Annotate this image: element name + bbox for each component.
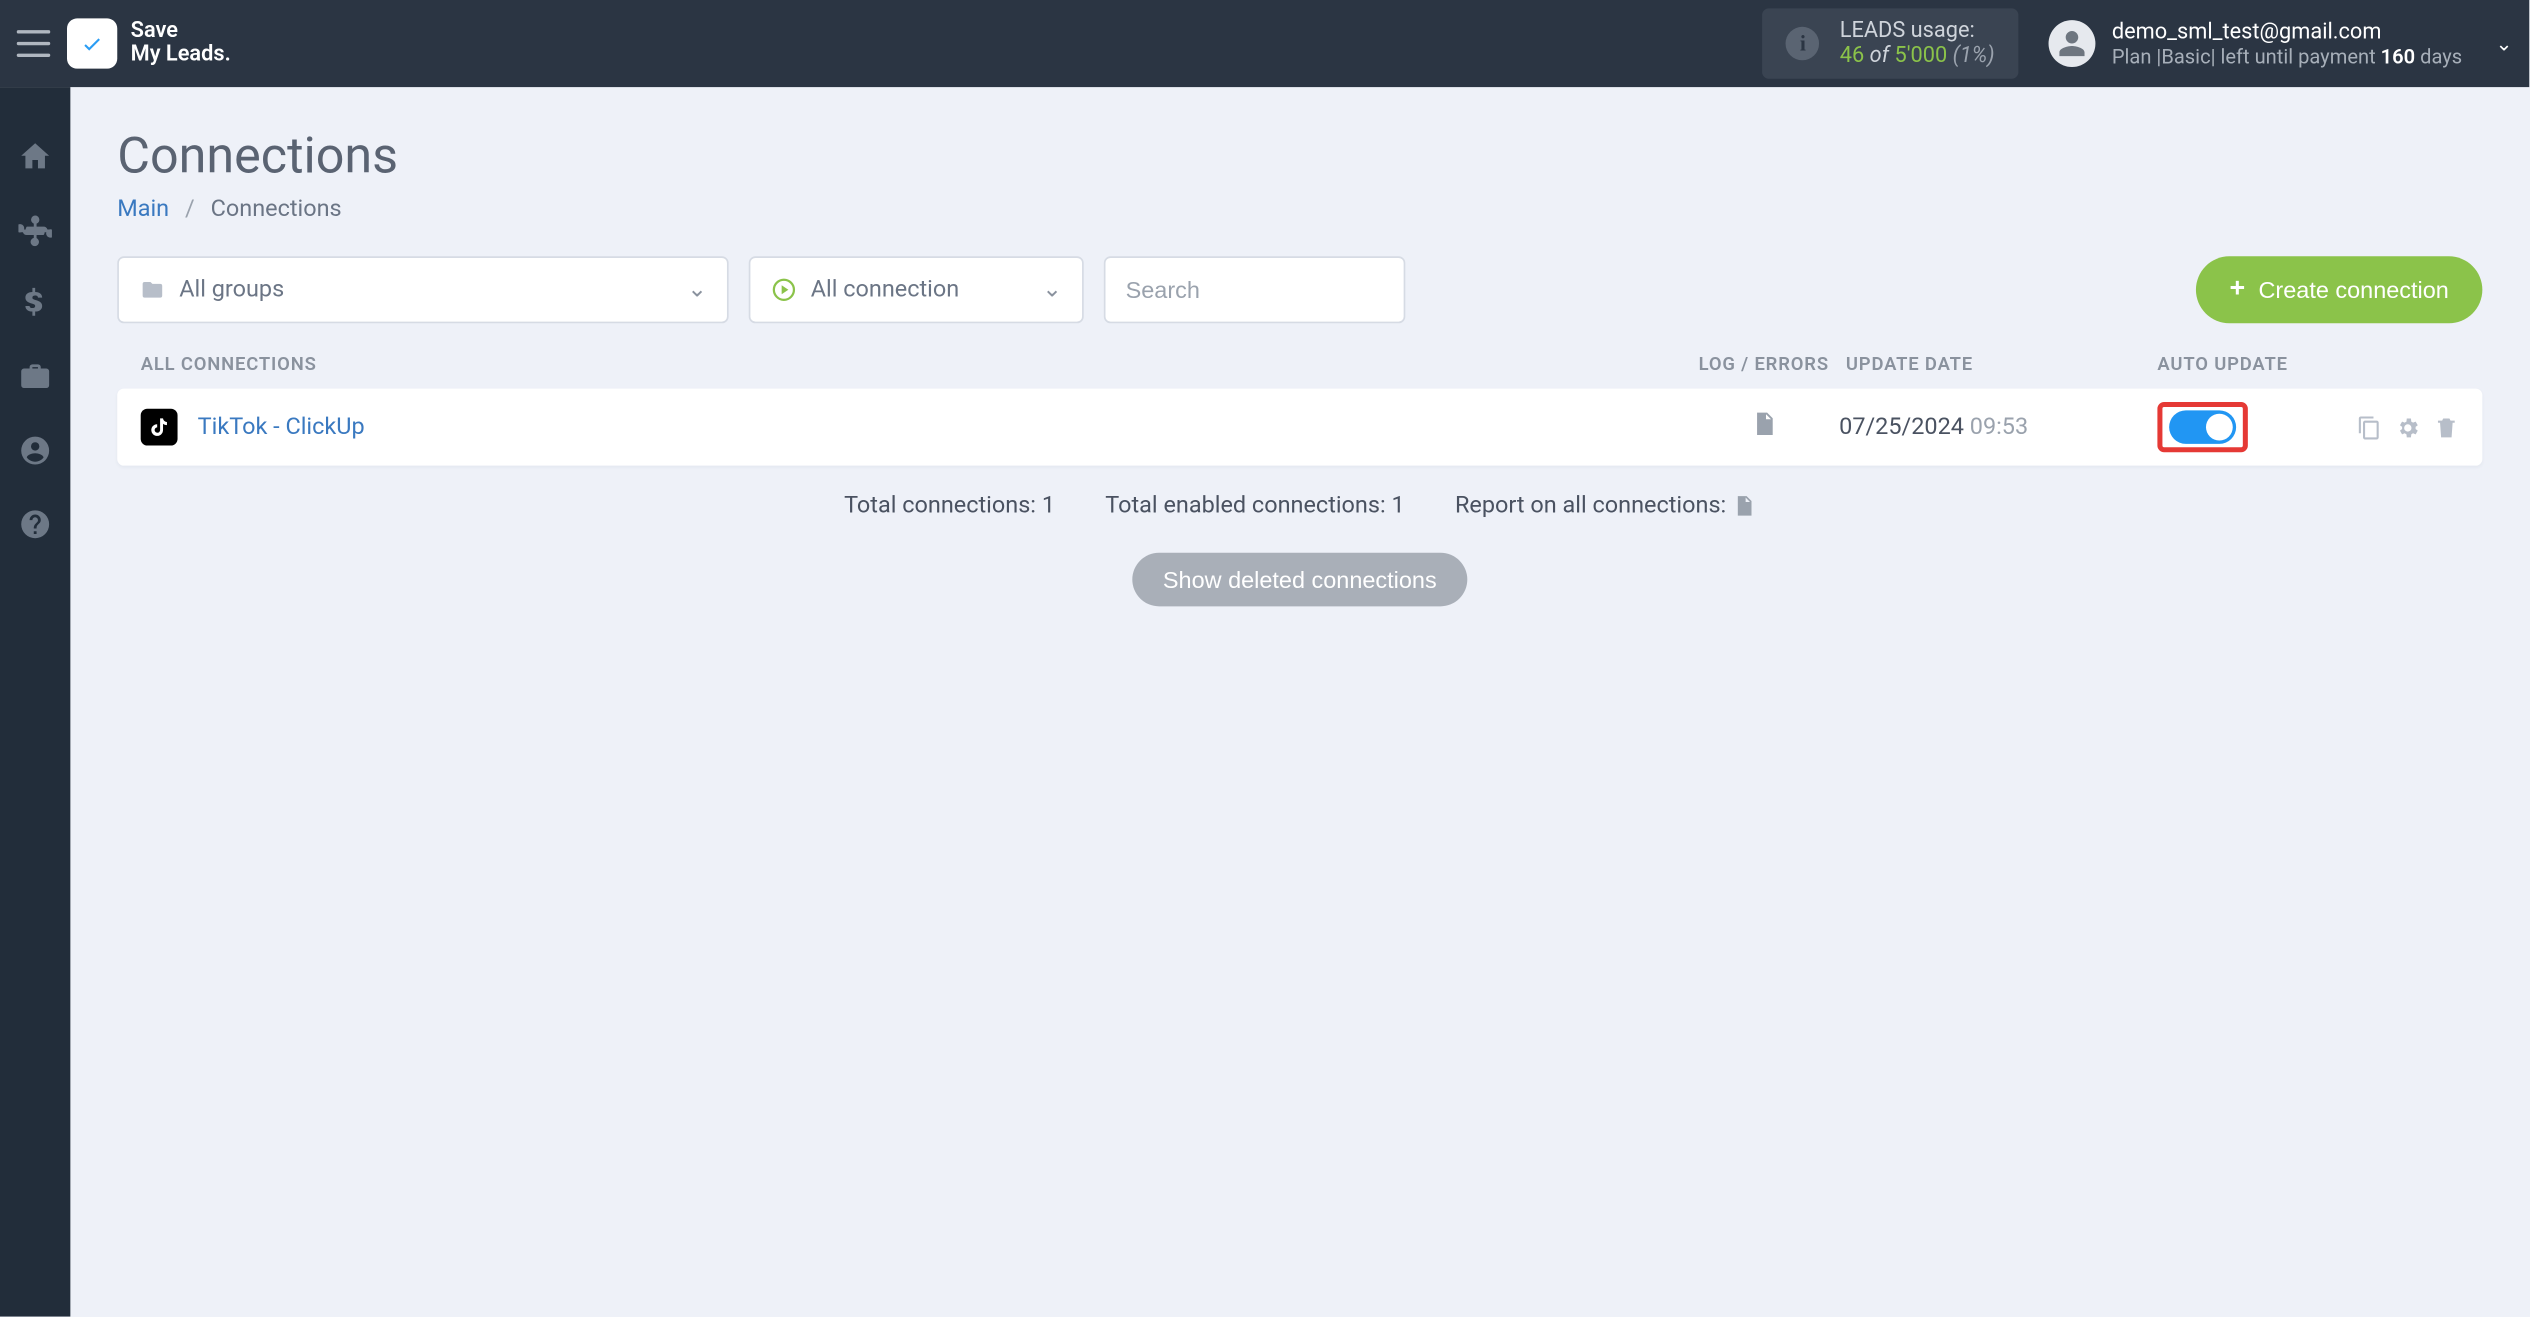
app-logo[interactable] (67, 18, 117, 68)
col-update-date: UPDATE DATE (1839, 353, 2157, 375)
info-icon: i (1786, 27, 1820, 61)
groups-select[interactable]: All groups ⌄ (117, 256, 728, 323)
leads-usage-label: LEADS usage: (1840, 18, 1995, 43)
total-connections-label: Total connections: (844, 492, 1036, 519)
auto-update-toggle[interactable] (2169, 410, 2236, 444)
chevron-down-icon[interactable]: ⌄ (2496, 32, 2513, 55)
enabled-connections-label: Total enabled connections: (1105, 492, 1385, 519)
play-circle-icon (771, 276, 798, 303)
update-date: 07/25/2024 09:53 (1839, 414, 2157, 441)
avatar-icon (2048, 20, 2095, 67)
leads-of: of (1870, 44, 1889, 69)
log-button[interactable] (1688, 409, 1839, 446)
enabled-connections-value: 1 (1392, 492, 1405, 519)
breadcrumb: Main / Connections (117, 196, 2482, 223)
brand-line2: My Leads. (131, 44, 231, 68)
plus-icon: + (2229, 275, 2245, 305)
nav-connections-icon[interactable] (17, 211, 54, 248)
create-connection-label: Create connection (2259, 276, 2449, 303)
auto-update-highlight (2157, 402, 2247, 452)
document-icon (1732, 493, 1755, 520)
search-box[interactable] (1104, 256, 1406, 323)
col-all-connections: ALL CONNECTIONS (141, 353, 1689, 375)
leads-usage-widget[interactable]: i LEADS usage: 46 of 5'000 (1%) (1763, 8, 2018, 78)
col-log-errors: LOG / ERRORS (1688, 353, 1839, 375)
folder-icon (139, 278, 166, 301)
tiktok-icon (141, 409, 178, 446)
gear-icon (2395, 415, 2420, 440)
summary-row: Total connections: 1 Total enabled conne… (117, 492, 2482, 519)
settings-button[interactable] (2395, 415, 2420, 440)
table-header: ALL CONNECTIONS LOG / ERRORS UPDATE DATE… (117, 340, 2482, 389)
nav-home-icon[interactable] (17, 137, 54, 174)
check-icon (77, 32, 107, 55)
nav-billing-icon[interactable] (17, 285, 54, 322)
copy-icon (2357, 415, 2382, 440)
groups-select-label: All groups (179, 276, 284, 303)
report-label: Report on all connections: (1455, 492, 1726, 519)
breadcrumb-main-link[interactable]: Main (117, 196, 169, 223)
nav-briefcase-icon[interactable] (17, 358, 54, 395)
user-email: demo_sml_test@gmail.com (2112, 19, 2462, 44)
chevron-down-icon: ⌄ (687, 276, 707, 303)
nav-help-icon[interactable] (17, 506, 54, 543)
document-icon (1750, 409, 1777, 439)
top-header: Save My Leads. i LEADS usage: 46 of 5'00… (0, 0, 2529, 87)
page-title: Connections (117, 127, 2482, 186)
total-connections-value: 1 (1042, 492, 1055, 519)
status-select[interactable]: All connection ⌄ (749, 256, 1084, 323)
leads-total: 5'000 (1894, 44, 1947, 69)
status-select-label: All connection (811, 276, 959, 303)
report-button[interactable] (1732, 493, 1755, 520)
trash-icon (2434, 415, 2459, 440)
user-menu[interactable]: demo_sml_test@gmail.com Plan |Basic| lef… (2048, 19, 2462, 68)
sidebar (0, 87, 70, 1316)
nav-account-icon[interactable] (17, 432, 54, 469)
leads-pct: (1%) (1953, 44, 1995, 69)
app-name: Save My Leads. (131, 20, 231, 68)
connection-name-link[interactable]: TikTok - ClickUp (198, 414, 1689, 441)
copy-button[interactable] (2357, 415, 2382, 440)
main-content: Connections Main / Connections All group… (70, 87, 2529, 1316)
connection-row: TikTok - ClickUp 07/25/2024 09:53 (117, 389, 2482, 466)
leads-used: 46 (1840, 44, 1864, 69)
create-connection-button[interactable]: + Create connection (2196, 256, 2482, 323)
show-deleted-button[interactable]: Show deleted connections (1133, 553, 1467, 607)
hamburger-menu-icon[interactable] (17, 30, 51, 57)
chevron-down-icon: ⌄ (1042, 276, 1062, 303)
filter-row: All groups ⌄ All connection ⌄ + Create c… (117, 256, 2482, 323)
user-plan: Plan |Basic| left until payment 160 days (2112, 44, 2462, 67)
breadcrumb-current: Connections (211, 196, 342, 223)
search-input[interactable] (1126, 276, 1384, 303)
delete-button[interactable] (2434, 415, 2459, 440)
breadcrumb-separator: / (175, 196, 205, 223)
col-auto-update: AUTO UPDATE (2157, 353, 2341, 375)
brand-line1: Save (131, 20, 231, 44)
